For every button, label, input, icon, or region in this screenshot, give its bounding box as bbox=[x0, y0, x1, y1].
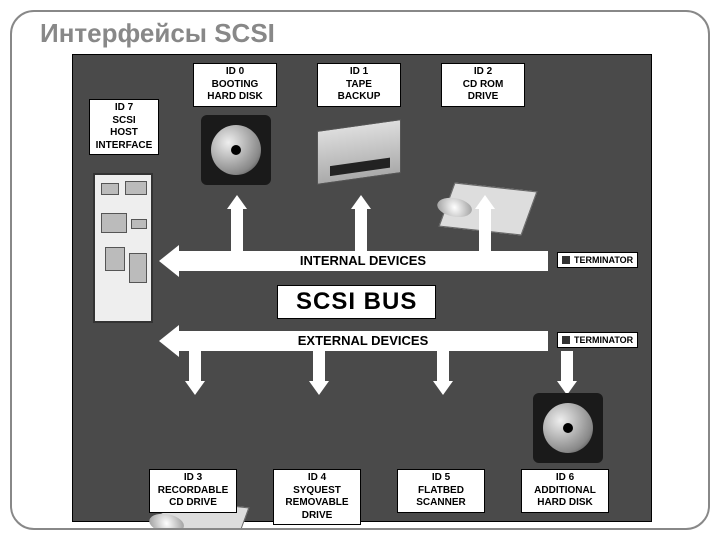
label-id4: ID 4 SYQUEST REMOVABLE DRIVE bbox=[273, 469, 361, 525]
label-id5: ID 5 FLATBED SCANNER bbox=[397, 469, 485, 513]
arrow-down-icon bbox=[433, 381, 453, 395]
terminator-external: TERMINATOR bbox=[557, 332, 638, 348]
arrow-up-icon bbox=[227, 195, 247, 209]
host-label: ID 7 SCSI HOST INTERFACE bbox=[89, 99, 159, 155]
slide-frame: Интерфейсы SCSI ID 7 SCSI HOST INTERFACE… bbox=[10, 10, 710, 530]
external-label: EXTERNAL DEVICES bbox=[178, 333, 548, 348]
arrow-up-icon bbox=[351, 195, 371, 209]
terminator-internal: TERMINATOR bbox=[557, 252, 638, 268]
label-id1: ID 1 TAPE BACKUP bbox=[317, 63, 401, 107]
tape-drive-icon bbox=[317, 119, 401, 185]
internal-label: INTERNAL DEVICES bbox=[178, 253, 548, 268]
hdd-icon bbox=[533, 393, 603, 463]
hdd-icon bbox=[201, 115, 271, 185]
label-id3: ID 3 RECORDABLE CD DRIVE bbox=[149, 469, 237, 513]
host-adapter-icon bbox=[93, 173, 153, 323]
bus-label: SCSI BUS bbox=[277, 285, 436, 319]
arrow-left-icon bbox=[159, 325, 179, 357]
internal-bar: INTERNAL DEVICES bbox=[178, 251, 548, 271]
scsi-diagram: ID 7 SCSI HOST INTERFACE ID 0 BOOTING HA… bbox=[72, 54, 652, 522]
external-bar: EXTERNAL DEVICES bbox=[178, 331, 548, 351]
label-id2: ID 2 CD ROM DRIVE bbox=[441, 63, 525, 107]
slide-title: Интерфейсы SCSI bbox=[40, 18, 275, 49]
arrow-down-icon bbox=[185, 381, 205, 395]
label-id6: ID 6 ADDITIONAL HARD DISK bbox=[521, 469, 609, 513]
arrow-down-icon bbox=[309, 381, 329, 395]
arrow-up-icon bbox=[475, 195, 495, 209]
arrow-left-icon bbox=[159, 245, 179, 277]
label-id0: ID 0 BOOTING HARD DISK bbox=[193, 63, 277, 107]
